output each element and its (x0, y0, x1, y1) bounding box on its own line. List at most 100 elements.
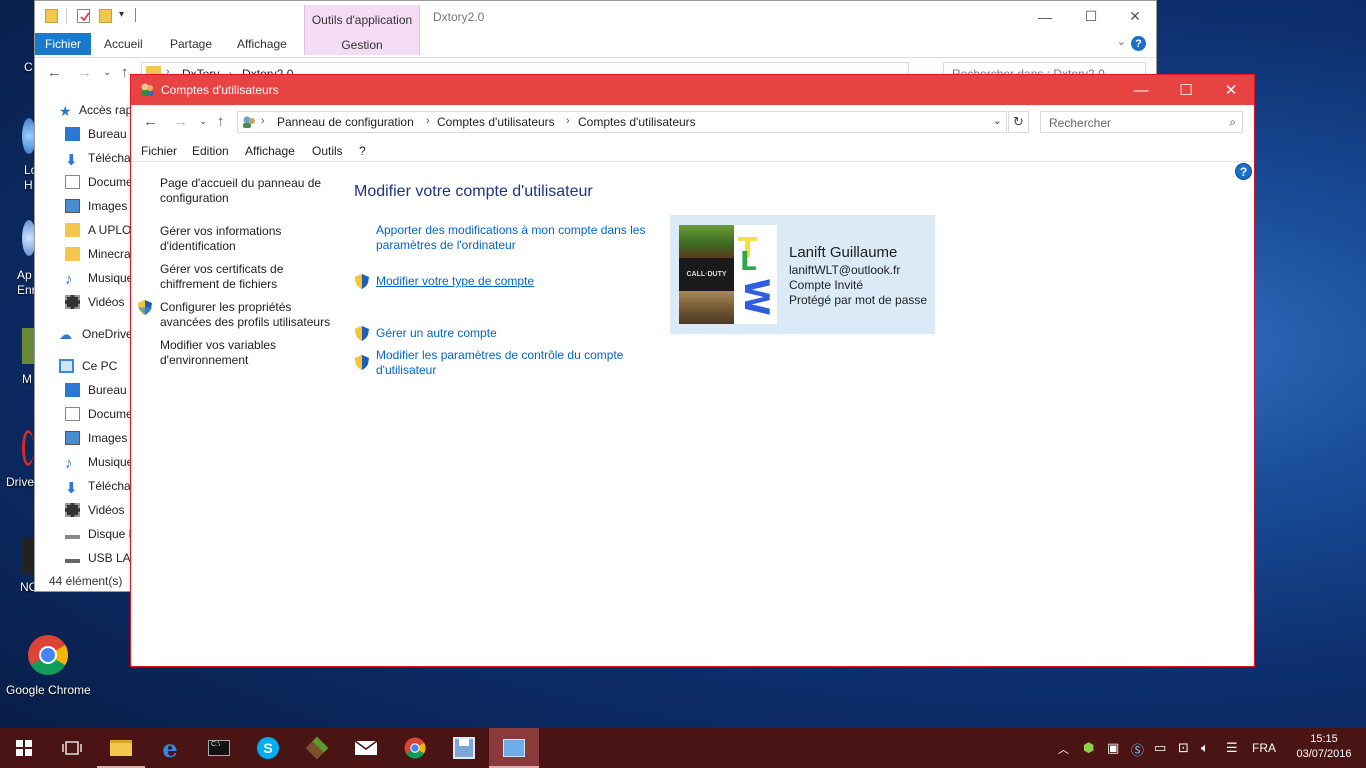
user-accounts-window[interactable]: Comptes d'utilisateurs — ☐ ✕ ← → ⌄ ↑ › P… (130, 74, 1255, 667)
tray-save-icon[interactable]: ▣ (1107, 740, 1119, 756)
taskbar-minecraft[interactable] (293, 728, 341, 768)
divider (135, 8, 136, 22)
avatar[interactable]: CALL·DUTY T L W (679, 225, 777, 324)
sidebar-link-env-vars[interactable]: Modifier vos variables d'environnement (160, 338, 335, 368)
help-icon[interactable]: ? (1235, 163, 1252, 180)
chrome-label[interactable]: Google Chrome (6, 683, 91, 697)
volume-icon[interactable]: 🔈︎ (1201, 740, 1209, 756)
sidebar-link-cp-home[interactable]: Page d'accueil du panneau de configurati… (160, 176, 335, 206)
divider (131, 161, 1254, 162)
ribbon-expand-icon[interactable]: ⌄ (1117, 35, 1126, 48)
close-button[interactable]: ✕ (1208, 75, 1254, 105)
drive-desktop-icon[interactable] (22, 430, 34, 466)
crumb-separator-icon: › (426, 115, 430, 127)
help-icon[interactable]: ? (1131, 36, 1146, 51)
minecraft-desktop-icon[interactable] (22, 328, 34, 364)
forward-arrow-icon[interactable]: → (173, 113, 188, 130)
desktop-icon-label[interactable]: C (24, 60, 33, 74)
control-panel-icon (503, 739, 525, 757)
recent-dropdown-icon[interactable]: ⌄ (199, 116, 207, 127)
link-change-account-type[interactable]: Modifier votre type de compte (376, 274, 661, 289)
task-view-button[interactable] (48, 728, 96, 768)
link-manage-other-account[interactable]: Gérer un autre compte (376, 326, 661, 341)
task-view-icon (62, 741, 82, 755)
download-icon: ⬇ (65, 152, 78, 169)
maximize-button[interactable]: ☐ (1068, 1, 1114, 32)
forward-arrow-icon[interactable]: → (77, 64, 92, 81)
explorer-titlebar[interactable]: ▾ Outils d'application Gestion Dxtory2.0… (35, 1, 1158, 55)
start-button[interactable] (0, 728, 48, 768)
breadcrumb-user-accounts-current[interactable]: Comptes d'utilisateurs (578, 115, 696, 129)
refresh-icon[interactable]: ↻ (1008, 111, 1029, 133)
cp-titlebar[interactable]: Comptes d'utilisateurs — ☐ ✕ (131, 75, 1254, 105)
minimize-button[interactable]: — (1022, 1, 1068, 32)
tray-skype-icon[interactable]: Ⓢ (1131, 740, 1144, 759)
sidebar-link-credentials[interactable]: Gérer vos informations d'identification (160, 224, 335, 254)
taskbar-cmd[interactable]: C:\ (195, 728, 243, 768)
star-icon: ★ (59, 103, 72, 119)
chrome-icon[interactable] (27, 634, 69, 676)
window-title: Comptes d'utilisateurs (161, 83, 279, 97)
menu-help[interactable]: ? (359, 144, 366, 158)
up-arrow-icon[interactable]: ↑ (217, 113, 225, 130)
taskbar-edge[interactable]: e (146, 728, 194, 768)
address-dropdown-icon[interactable]: ⌄ (993, 114, 1002, 127)
desktop-icon-label[interactable]: Ap (17, 268, 32, 282)
taskbar-explorer[interactable] (97, 728, 145, 768)
menu-edit[interactable]: Edition (192, 144, 229, 158)
tab-share[interactable]: Partage (170, 37, 212, 51)
link-pc-settings[interactable]: Apporter des modifications à mon compte … (376, 223, 661, 253)
taskbar-mail[interactable] (342, 728, 390, 768)
battery-icon[interactable]: ▭ (1154, 740, 1166, 756)
up-arrow-icon[interactable]: ↑ (121, 64, 129, 81)
quick-access-dropdown-icon[interactable]: ▾ (119, 9, 124, 20)
close-button[interactable]: ✕ (1112, 1, 1158, 32)
cp-address-bar[interactable]: › Panneau de configuration › Comptes d'u… (237, 111, 1007, 133)
taskbar-skype[interactable]: S (244, 728, 292, 768)
tab-file[interactable]: Fichier (35, 33, 91, 55)
menu-tools[interactable]: Outils (312, 144, 343, 158)
menu-bar: Fichier Edition Affichage Outils ? (131, 141, 1254, 161)
breadcrumb-control-panel[interactable]: Panneau de configuration (277, 115, 414, 129)
back-arrow-icon[interactable]: ← (47, 64, 62, 81)
farming-tile (679, 291, 734, 324)
sidebar-link-advanced-profiles[interactable]: Configurer les propriétés avancées des p… (160, 300, 335, 330)
desktop-icon-label[interactable]: H (24, 178, 33, 192)
menu-view[interactable]: Affichage (245, 144, 295, 158)
cp-search-input[interactable]: Rechercher ⌕ (1040, 111, 1243, 133)
desktop-icon-label[interactable]: Enr (17, 283, 36, 297)
cloud-icon: ☁ (59, 327, 72, 342)
new-folder-icon[interactable] (99, 9, 112, 23)
folder-icon (65, 247, 80, 261)
language-indicator[interactable]: FRA (1252, 741, 1276, 755)
taskbar-chrome[interactable] (391, 728, 439, 768)
maximize-button[interactable]: ☐ (1163, 75, 1209, 105)
breadcrumb-user-accounts[interactable]: Comptes d'utilisateurs (437, 115, 555, 129)
skype-icon: S (257, 737, 279, 759)
taskbar-control-panel[interactable] (489, 728, 539, 768)
explorer-nav-pane: ★Accès rapide Bureau ⬇Téléchargements Do… (35, 93, 161, 573)
user-accounts-icon (139, 82, 155, 97)
link-uac-settings[interactable]: Modifier les paramètres de contrôle du c… (376, 348, 661, 378)
properties-icon[interactable] (77, 9, 90, 23)
minimize-button[interactable]: — (1118, 75, 1164, 105)
account-name: Lanift Guillaume (789, 244, 898, 261)
desktop-icon-label[interactable]: M (22, 372, 32, 386)
sidebar-link-certificates[interactable]: Gérer vos certificats de chiffrement de … (160, 262, 335, 292)
tab-home[interactable]: Accueil (104, 37, 143, 51)
desktop-icon-label[interactable]: Drive (6, 475, 34, 489)
floppy-icon (453, 737, 475, 759)
tray-overflow-icon[interactable]: ︿ (1058, 741, 1069, 757)
tab-view[interactable]: Affichage (237, 37, 287, 51)
mail-icon (354, 740, 378, 755)
tray-shield-icon[interactable]: ⬢ (1083, 740, 1094, 756)
taskbar-save-app[interactable] (440, 728, 488, 768)
nc-desktop-icon[interactable] (22, 538, 34, 574)
system-clock[interactable]: 15:15 03/07/2016 (1288, 732, 1360, 762)
action-center-icon[interactable]: ☰ (1226, 740, 1238, 756)
recent-dropdown-icon[interactable]: ⌄ (103, 67, 111, 78)
network-icon[interactable]: ⊡ (1178, 740, 1189, 756)
menu-file[interactable]: Fichier (141, 144, 177, 158)
back-arrow-icon[interactable]: ← (143, 113, 158, 130)
search-icon[interactable]: ⌕ (1229, 115, 1236, 130)
